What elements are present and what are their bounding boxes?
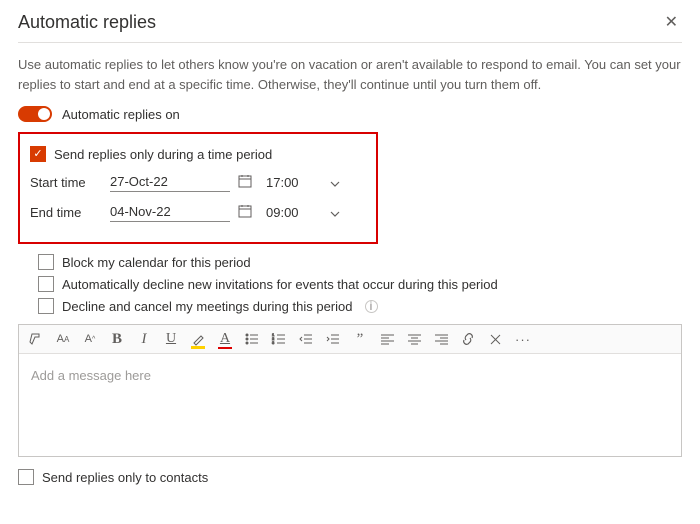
decline-new-label: Automatically decline new invitations fo… [62, 277, 498, 292]
only-contacts-label: Send replies only to contacts [42, 470, 208, 485]
svg-text:3: 3 [272, 340, 275, 345]
cancel-meetings-checkbox[interactable] [38, 298, 54, 314]
end-time-select[interactable]: 09:00 [266, 205, 326, 220]
block-calendar-checkbox[interactable] [38, 254, 54, 270]
calendar-icon[interactable] [238, 204, 252, 221]
start-time-row: Start time 17:00 [30, 172, 366, 192]
align-center-button[interactable] [407, 331, 421, 347]
font-size-down-button[interactable]: A^ [83, 331, 97, 347]
start-time-label: Start time [30, 175, 110, 190]
bullet-list-button[interactable] [245, 331, 259, 347]
number-list-button[interactable]: 123 [272, 331, 286, 347]
clear-format-button[interactable] [488, 331, 502, 347]
message-editor: AA A^ B I U A 123 ” [18, 324, 682, 457]
font-size-up-button[interactable]: AA [56, 331, 70, 347]
end-time-row: End time 09:00 [30, 202, 366, 222]
message-textarea[interactable]: Add a message here [19, 354, 681, 456]
align-left-button[interactable] [380, 331, 394, 347]
highlight-button[interactable] [191, 331, 205, 347]
auto-replies-toggle-label: Automatic replies on [62, 107, 180, 122]
link-button[interactable] [461, 331, 475, 347]
align-right-button[interactable] [434, 331, 448, 347]
toggle-knob [38, 108, 50, 120]
dialog-header: Automatic replies ✕ [18, 10, 682, 43]
time-period-label: Send replies only during a time period [54, 147, 272, 162]
cancel-meetings-label: Decline and cancel my meetings during th… [62, 299, 353, 314]
only-contacts-checkbox[interactable] [18, 469, 34, 485]
decline-new-checkbox[interactable] [38, 276, 54, 292]
bold-button[interactable]: B [110, 331, 124, 347]
time-period-highlight: Send replies only during a time period S… [18, 132, 378, 244]
editor-toolbar: AA A^ B I U A 123 ” [19, 325, 681, 354]
indent-button[interactable] [326, 331, 340, 347]
intro-text: Use automatic replies to let others know… [18, 55, 682, 94]
font-color-button[interactable]: A [218, 331, 232, 347]
block-calendar-label: Block my calendar for this period [62, 255, 251, 270]
chevron-down-icon[interactable] [330, 205, 340, 220]
close-button[interactable]: ✕ [661, 10, 682, 34]
auto-replies-toggle[interactable] [18, 106, 52, 122]
time-period-checkbox[interactable] [30, 146, 46, 162]
italic-button[interactable]: I [137, 331, 151, 347]
outdent-button[interactable] [299, 331, 313, 347]
quote-button[interactable]: ” [353, 331, 367, 347]
underline-button[interactable]: U [164, 331, 178, 347]
more-button[interactable]: ··· [515, 331, 531, 347]
end-time-label: End time [30, 205, 110, 220]
chevron-down-icon[interactable] [330, 175, 340, 190]
calendar-icon[interactable] [238, 174, 252, 191]
end-date-input[interactable] [110, 202, 230, 222]
start-time-select[interactable]: 17:00 [266, 175, 326, 190]
start-date-input[interactable] [110, 172, 230, 192]
dialog-title: Automatic replies [18, 12, 156, 33]
info-icon[interactable]: i [365, 300, 378, 313]
format-painter-icon[interactable] [29, 331, 43, 347]
